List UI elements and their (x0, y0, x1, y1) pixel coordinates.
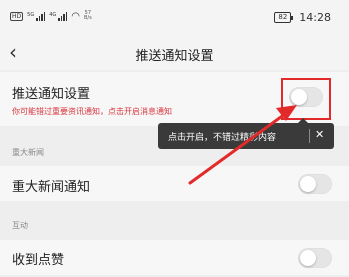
major-news-label: 重大新闻通知 (12, 180, 91, 195)
tooltip-text: 点击开启，不错过精彩内容 (168, 133, 277, 143)
page-title: 推送通知设置 (135, 49, 214, 64)
section-header-major-news: 重大新闻 (12, 148, 44, 157)
signal-type-label-2: 4G (49, 11, 57, 18)
hd-badge: HD (10, 11, 24, 21)
toggle-knob (300, 176, 316, 192)
status-bar: HD 5G 4G ◠ 57 B/s 82 14:28 (0, 0, 349, 36)
signal-icon-2: 4G (49, 11, 68, 21)
toggle-highlight-box (281, 78, 331, 120)
likes-row[interactable]: 收到点赞 (0, 240, 349, 275)
major-news-toggle[interactable] (298, 174, 332, 194)
push-notification-label: 推送通知设置 (12, 87, 91, 102)
signal-type-label: 5G (27, 11, 35, 18)
section-header-interaction: 互动 (12, 221, 28, 230)
likes-toggle[interactable] (298, 248, 332, 268)
enable-tip-tooltip: 点击开启，不错过精彩内容 ✕ (158, 118, 334, 149)
network-speed: 57 B/s (84, 11, 92, 21)
major-news-row[interactable]: 重大新闻通知 (0, 166, 349, 201)
tooltip-divider (309, 129, 310, 143)
signal-icon: 5G (27, 11, 46, 21)
clock: 14:28 (299, 11, 331, 24)
likes-label: 收到点赞 (12, 253, 65, 268)
wifi-icon: ◠ (71, 10, 80, 22)
title-bar: ‹ 推送通知设置 (0, 36, 349, 70)
battery-icon: 82 (274, 12, 294, 23)
toggle-knob (300, 250, 316, 266)
push-notification-hint: 你可能错过重要资讯通知，点击开启消息通知 (12, 107, 172, 116)
speed-unit: B/s (84, 15, 92, 21)
status-icons-left: HD 5G 4G ◠ 57 B/s (10, 11, 92, 21)
status-icons-right: 82 14:28 (274, 11, 331, 24)
close-icon[interactable]: ✕ (315, 128, 324, 141)
